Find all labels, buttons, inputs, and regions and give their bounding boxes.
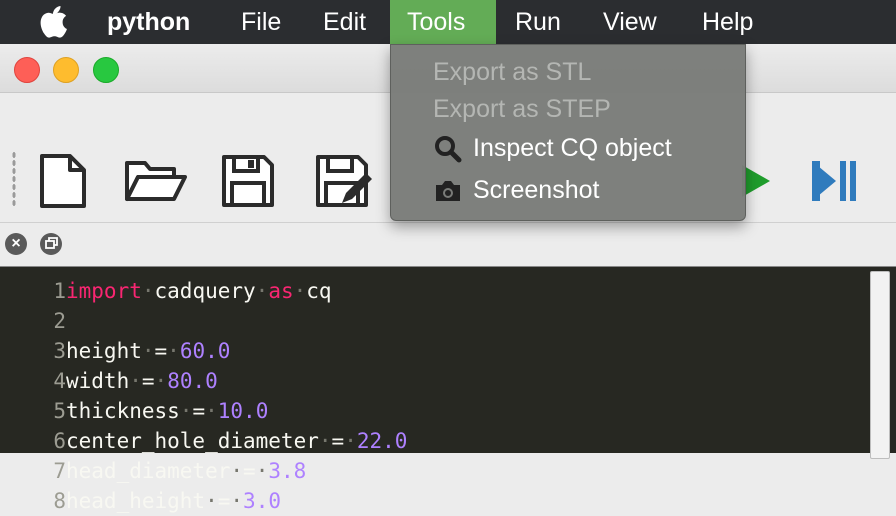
line-number: 2 [53, 309, 66, 333]
tools-dropdown-menu: Export as STL Export as STEP Inspect CQ … [390, 44, 746, 221]
line-number: 4 [53, 369, 66, 393]
code-line[interactable]: 7head_diameter·=·3.8 [0, 456, 306, 486]
line-number: 7 [53, 459, 66, 483]
new-file-icon[interactable] [36, 153, 92, 209]
code-text: head_height·=·3.0 [66, 489, 281, 513]
code-line[interactable]: 8head_height·=·3.0 [0, 486, 281, 516]
code-line[interactable]: 3height·=·60.0 [0, 336, 230, 366]
menu-item-export-step[interactable]: Export as STEP [433, 90, 611, 128]
code-text: head_diameter·=·3.8 [66, 459, 307, 483]
save-icon[interactable] [220, 153, 276, 209]
code-text: thickness·=·10.0 [66, 399, 269, 423]
open-folder-icon[interactable] [124, 153, 188, 209]
toolbar-grip[interactable] [12, 151, 16, 207]
code-text: import·cadquery·as·cq [66, 279, 332, 303]
vertical-scrollbar[interactable] [870, 271, 890, 459]
editor-dock-bar: × [0, 222, 896, 267]
menu-file[interactable]: File [224, 0, 298, 44]
line-number: 5 [53, 399, 66, 423]
save-as-icon[interactable] [314, 153, 374, 209]
code-text: width·=·80.0 [66, 369, 218, 393]
apple-icon[interactable] [38, 6, 68, 38]
menu-item-screenshot[interactable]: Screenshot [473, 171, 599, 209]
code-editor[interactable]: 1import·cadquery·as·cq 2 3height·=·60.0 4wi… [0, 266, 896, 513]
code-line[interactable]: 1import·cadquery·as·cq [0, 276, 332, 306]
code-line[interactable]: 5thickness·=·10.0 [0, 396, 268, 426]
close-window-button[interactable] [14, 57, 40, 83]
magnifier-icon [435, 136, 462, 163]
menu-run[interactable]: Run [498, 0, 578, 44]
camera-icon [436, 181, 460, 201]
menu-help[interactable]: Help [685, 0, 770, 44]
line-number: 8 [53, 489, 66, 513]
code-text: height·=·60.0 [66, 339, 231, 363]
menu-view[interactable]: View [586, 0, 674, 44]
menu-bar: python File Edit Tools Run View Help [0, 0, 896, 44]
line-number: 1 [53, 279, 66, 303]
code-text: center_hole_diameter·=·22.0 [66, 429, 408, 453]
menu-tools[interactable]: Tools [390, 0, 496, 44]
menu-edit[interactable]: Edit [306, 0, 383, 44]
line-number: 3 [53, 339, 66, 363]
float-panel-icon[interactable] [40, 233, 62, 255]
code-line[interactable]: 2 [0, 306, 66, 336]
menu-item-export-stl[interactable]: Export as STL [433, 53, 591, 91]
minimize-window-button[interactable] [53, 57, 79, 83]
menu-app-name[interactable]: python [90, 0, 207, 44]
close-panel-icon[interactable]: × [5, 233, 27, 255]
step-run-icon[interactable] [808, 153, 858, 209]
zoom-window-button[interactable] [93, 57, 119, 83]
menu-item-inspect-cq-object[interactable]: Inspect CQ object [473, 129, 672, 167]
code-line[interactable]: 4width·=·80.0 [0, 366, 218, 396]
